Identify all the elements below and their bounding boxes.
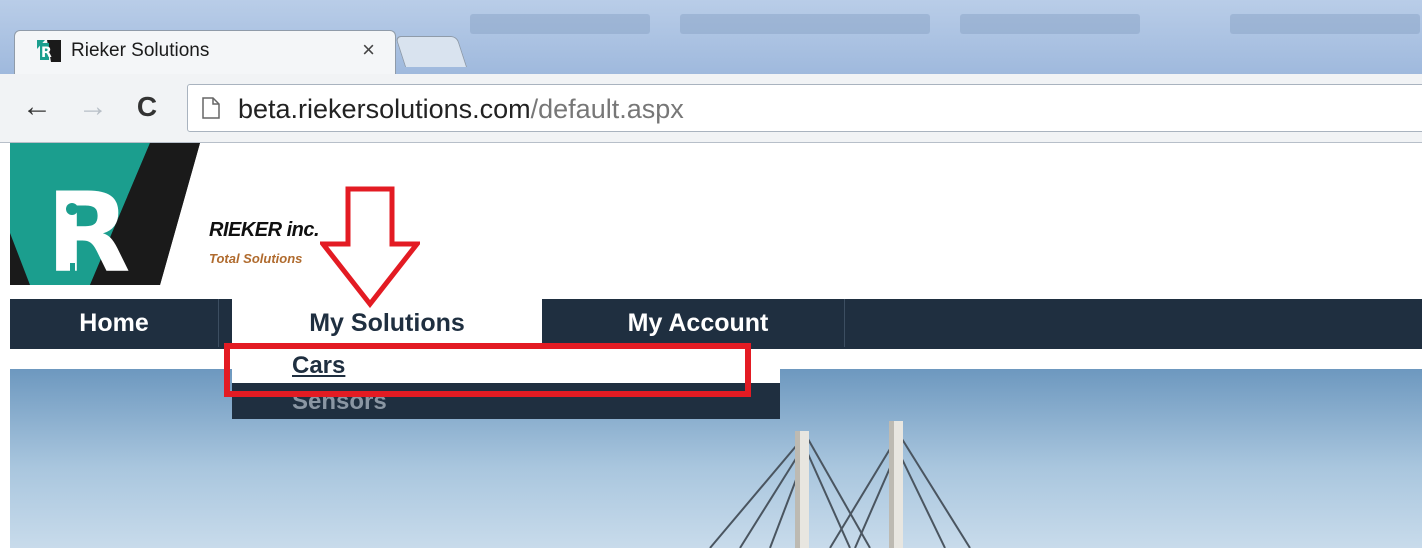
svg-text:R: R [41,45,52,61]
menu-item-home[interactable]: Home [10,299,219,347]
svg-text:R: R [46,169,131,285]
blurred-toolbar [960,14,1140,34]
tab-title: Rieker Solutions [71,40,210,61]
reload-icon[interactable]: C [130,90,164,124]
forward-icon[interactable]: → [76,90,110,124]
blurred-toolbar [470,14,650,34]
back-icon[interactable]: ← [20,90,54,124]
rieker-logo: R [10,143,200,285]
blurred-toolbar [680,14,930,34]
brand-name: RIEKER inc. [209,219,320,241]
browser-tab[interactable]: R Rieker Solutions × [14,30,396,75]
url-path: /default.aspx [530,94,684,124]
menu-item-my-account[interactable]: My Account [552,299,845,347]
url-text[interactable]: beta.riekersolutions.com/default.aspx [238,94,684,125]
brand-tagline: Total Solutions [209,251,303,266]
annotation-arrow-down-icon [320,186,420,308]
blurred-toolbar [1230,14,1420,34]
tab-close-icon[interactable]: × [362,37,375,63]
page-icon [202,97,220,119]
main-menu: Home My Solutions My Account [10,299,1422,349]
new-tab-button[interactable] [394,36,468,67]
browser-tabstrip: R Rieker Solutions × [0,0,1422,75]
browser-navbar: ← → C beta.riekersolutions.com/default.a… [0,74,1422,143]
address-bar[interactable]: beta.riekersolutions.com/default.aspx [187,84,1422,132]
annotation-highlight-box [224,343,751,397]
url-host: beta.riekersolutions.com [238,94,531,124]
site-favicon-icon: R [37,40,61,62]
